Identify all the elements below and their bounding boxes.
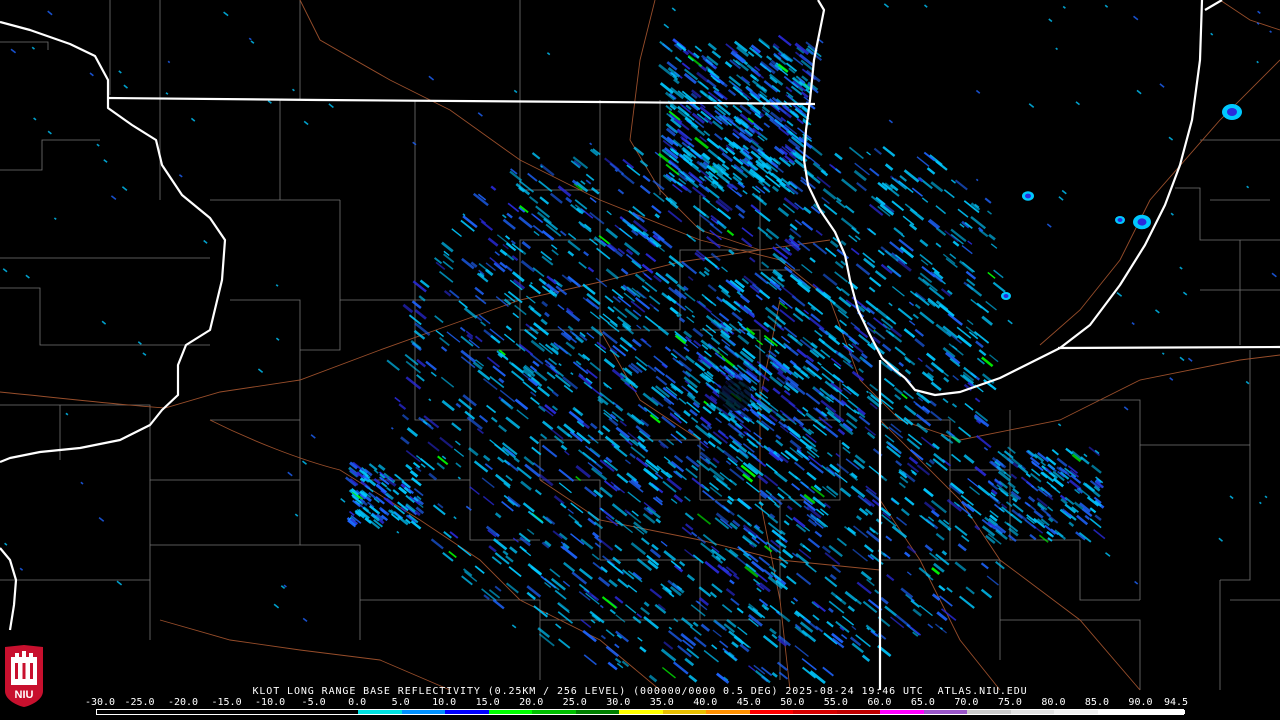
colorbar-segment bbox=[619, 710, 664, 714]
colorbar-tick-label: -15.0 bbox=[211, 697, 242, 708]
echo-streak bbox=[167, 60, 171, 64]
colorbar-segment bbox=[271, 710, 316, 714]
colorbar-tick-label: -20.0 bbox=[167, 697, 199, 708]
echo-cell-core bbox=[1003, 294, 1009, 298]
colorbar-segment bbox=[140, 710, 185, 714]
echo-streak bbox=[1269, 30, 1272, 34]
colorbar-segment bbox=[749, 710, 794, 714]
echo-streak bbox=[275, 284, 279, 287]
colorbar-segment bbox=[488, 710, 533, 714]
colorbar-tick-label: 40.0 bbox=[693, 697, 718, 708]
echo-streak bbox=[53, 217, 57, 221]
colorbar-segment bbox=[314, 710, 359, 714]
colorbar-segment bbox=[532, 710, 577, 714]
echo-streak bbox=[1256, 22, 1260, 25]
radar-site-cone-of-silence bbox=[719, 379, 751, 411]
colorbar-segment bbox=[445, 710, 490, 714]
colorbar-tick-label: 10.0 bbox=[432, 697, 457, 708]
reflectivity-colorbar bbox=[96, 709, 1186, 715]
colorbar-segment bbox=[227, 710, 272, 714]
echo-cell-core bbox=[1137, 218, 1147, 226]
echo-cell-core bbox=[1227, 108, 1237, 116]
niu-logo-icon: NIU bbox=[5, 645, 43, 707]
colorbar-segment bbox=[97, 710, 142, 714]
colorbar-segment bbox=[1141, 710, 1186, 714]
echo-cell-core bbox=[1117, 218, 1123, 222]
colorbar-tick-label: 94.5 bbox=[1163, 697, 1189, 708]
echo-cell-core bbox=[1025, 193, 1031, 199]
colorbar-tick-label: 30.0 bbox=[606, 697, 631, 708]
colorbar-segment bbox=[836, 710, 881, 714]
colorbar-segment bbox=[1097, 710, 1142, 714]
logo-text: NIU bbox=[15, 689, 34, 701]
colorbar-tick-label: 65.0 bbox=[910, 697, 935, 708]
colorbar-tick-label: -5.0 bbox=[301, 697, 326, 708]
colorbar-segment bbox=[1054, 710, 1099, 714]
colorbar-tick-label: 35.0 bbox=[649, 697, 674, 708]
echo-streak bbox=[545, 612, 549, 615]
colorbar-tick-label: 45.0 bbox=[736, 697, 761, 708]
colorbar-segment bbox=[184, 710, 229, 714]
colorbar-segment bbox=[358, 710, 403, 714]
colorbar-segment bbox=[880, 710, 925, 714]
colorbar-tick-label: -10.0 bbox=[255, 697, 286, 708]
colorbar-segment bbox=[575, 710, 620, 714]
echo-streak bbox=[540, 165, 543, 168]
colorbar-segment bbox=[793, 710, 838, 714]
colorbar-tick-label: 70.0 bbox=[954, 697, 979, 708]
indiana-michigan-border bbox=[1057, 345, 1280, 350]
colorbar-tick-label: 50.0 bbox=[780, 697, 805, 708]
colorbar-segment bbox=[1010, 710, 1055, 714]
echo-streak bbox=[390, 426, 394, 430]
colorbar-tick-label: 0.0 bbox=[348, 697, 367, 708]
colorbar-segment bbox=[967, 710, 1012, 714]
colorbar-segment bbox=[923, 710, 968, 714]
echo-streak bbox=[866, 390, 869, 394]
colorbar-segment bbox=[662, 710, 707, 714]
colorbar-tick-label: 20.0 bbox=[519, 697, 544, 708]
colorbar-segment bbox=[401, 710, 446, 714]
colorbar-tick-label: -25.0 bbox=[124, 697, 155, 708]
colorbar-tick-label: -30.0 bbox=[84, 697, 116, 708]
echo-streak bbox=[1055, 47, 1059, 51]
colorbar-tick-label: 5.0 bbox=[391, 697, 410, 708]
colorbar-tick-label: 55.0 bbox=[823, 697, 848, 708]
colorbar-tick-label: 15.0 bbox=[475, 697, 500, 708]
colorbar-tick-label: 75.0 bbox=[997, 697, 1022, 708]
echo-streak bbox=[530, 281, 533, 285]
radar-map bbox=[0, 0, 1280, 720]
colorbar-tick-label: 60.0 bbox=[867, 697, 892, 708]
echo-streak bbox=[975, 178, 979, 182]
colorbar-tick-label: 85.0 bbox=[1084, 697, 1109, 708]
colorbar-tick-label: 80.0 bbox=[1041, 697, 1066, 708]
echo-streak bbox=[762, 366, 766, 369]
echo-streak bbox=[1258, 501, 1262, 505]
colorbar-tick-label: 25.0 bbox=[562, 697, 587, 708]
echo-streak bbox=[1256, 60, 1259, 64]
echo-streak bbox=[1066, 481, 1070, 484]
colorbar-tick-label: 90.0 bbox=[1128, 697, 1153, 708]
echo-streak bbox=[1161, 352, 1165, 355]
colorbar-segment bbox=[706, 710, 751, 714]
